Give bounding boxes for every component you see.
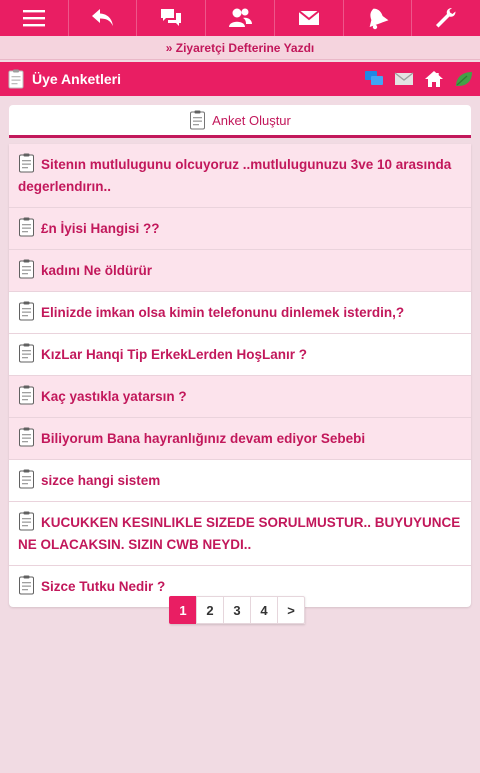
poll-item[interactable]: Sitenın mutlulugunu olcuyoruz ..mutlulug… <box>9 144 471 208</box>
top-nav-bar <box>0 0 480 36</box>
clipboard-icon <box>19 385 34 405</box>
poll-title: sizce hangi sistem <box>41 473 161 488</box>
menu-button[interactable] <box>0 0 69 36</box>
mail-button[interactable] <box>275 0 344 36</box>
section-header: Üye Anketleri <box>0 62 480 96</box>
clipboard-icon <box>190 110 206 130</box>
poll-title: Biliyorum Bana hayranlığınız devam ediyo… <box>41 431 366 446</box>
menu-icon <box>22 10 45 27</box>
wrench-icon <box>436 8 456 28</box>
poll-item[interactable]: Kaç yastıkla yatarsın ? <box>9 376 471 418</box>
clipboard-icon <box>19 301 34 321</box>
notifications-button[interactable] <box>344 0 413 36</box>
mail-icon[interactable] <box>394 70 414 88</box>
clipboard-icon <box>19 427 34 447</box>
clipboard-icon <box>19 511 34 531</box>
poll-title: kadını Ne öldürür <box>41 263 153 278</box>
poll-title: Sizce Tutku Nedir ? <box>41 579 166 594</box>
back-icon <box>91 9 113 26</box>
notice-text: » Ziyaretçi Defterine Yazdı <box>165 40 315 55</box>
create-poll-label: Anket Oluştur <box>212 112 291 128</box>
clipboard-icon <box>19 153 34 173</box>
notice-link[interactable]: » Ziyaretçi Defterine Yazdı <box>0 36 480 60</box>
page-title: Üye Anketleri <box>32 71 121 87</box>
pagination: 1 2 3 4 > <box>169 596 305 624</box>
bell-icon <box>370 8 389 30</box>
poll-item[interactable]: sizce hangi sistem <box>9 460 471 502</box>
clipboard-icon <box>8 69 24 89</box>
settings-button[interactable] <box>412 0 480 36</box>
poll-title: Sitenın mutlulugunu olcuyoruz ..mutlulug… <box>18 157 452 194</box>
page-button-2[interactable]: 2 <box>196 596 224 624</box>
clipboard-icon <box>19 469 34 489</box>
clipboard-icon <box>19 575 34 595</box>
poll-item[interactable]: Elinizde imkan olsa kimin telefonunu din… <box>9 292 471 334</box>
poll-title: KUCUKKEN KESINLIKLE SIZEDE SORULMUSTUR..… <box>18 515 461 552</box>
poll-item[interactable]: £n İyisi Hangisi ?? <box>9 208 471 250</box>
users-icon <box>229 8 253 27</box>
poll-title: £n İyisi Hangisi ?? <box>41 221 160 236</box>
mail-icon <box>298 10 320 25</box>
page-button-4[interactable]: 4 <box>250 596 278 624</box>
create-poll-button[interactable]: Anket Oluştur <box>9 105 471 138</box>
poll-title: Kaç yastıkla yatarsın ? <box>41 389 187 404</box>
poll-item[interactable]: kadını Ne öldürür <box>9 250 471 292</box>
clipboard-icon <box>19 343 34 363</box>
page-button-3[interactable]: 3 <box>223 596 251 624</box>
poll-item[interactable]: KUCUKKEN KESINLIKLE SIZEDE SORULMUSTUR..… <box>9 502 471 566</box>
poll-title: Elinizde imkan olsa kimin telefonunu din… <box>41 305 405 320</box>
next-page-button[interactable]: > <box>277 596 305 624</box>
page-button-1[interactable]: 1 <box>169 596 197 624</box>
leaf-icon[interactable] <box>454 70 474 88</box>
poll-list: Sitenın mutlulugunu olcuyoruz ..mutlulug… <box>9 144 471 607</box>
chat-icon <box>161 9 182 26</box>
home-icon[interactable] <box>424 70 444 88</box>
poll-item[interactable]: Biliyorum Bana hayranlığınız devam ediyo… <box>9 418 471 460</box>
poll-title: KızLar Hanqi Tip ErkekLerden HoşLanır ? <box>41 347 308 362</box>
back-button[interactable] <box>69 0 138 36</box>
clipboard-icon <box>19 217 34 237</box>
clipboard-icon <box>19 259 34 279</box>
poll-item[interactable]: KızLar Hanqi Tip ErkekLerden HoşLanır ? <box>9 334 471 376</box>
users-button[interactable] <box>206 0 275 36</box>
chat-button[interactable] <box>137 0 207 36</box>
chat-bubbles-icon[interactable] <box>364 70 384 88</box>
